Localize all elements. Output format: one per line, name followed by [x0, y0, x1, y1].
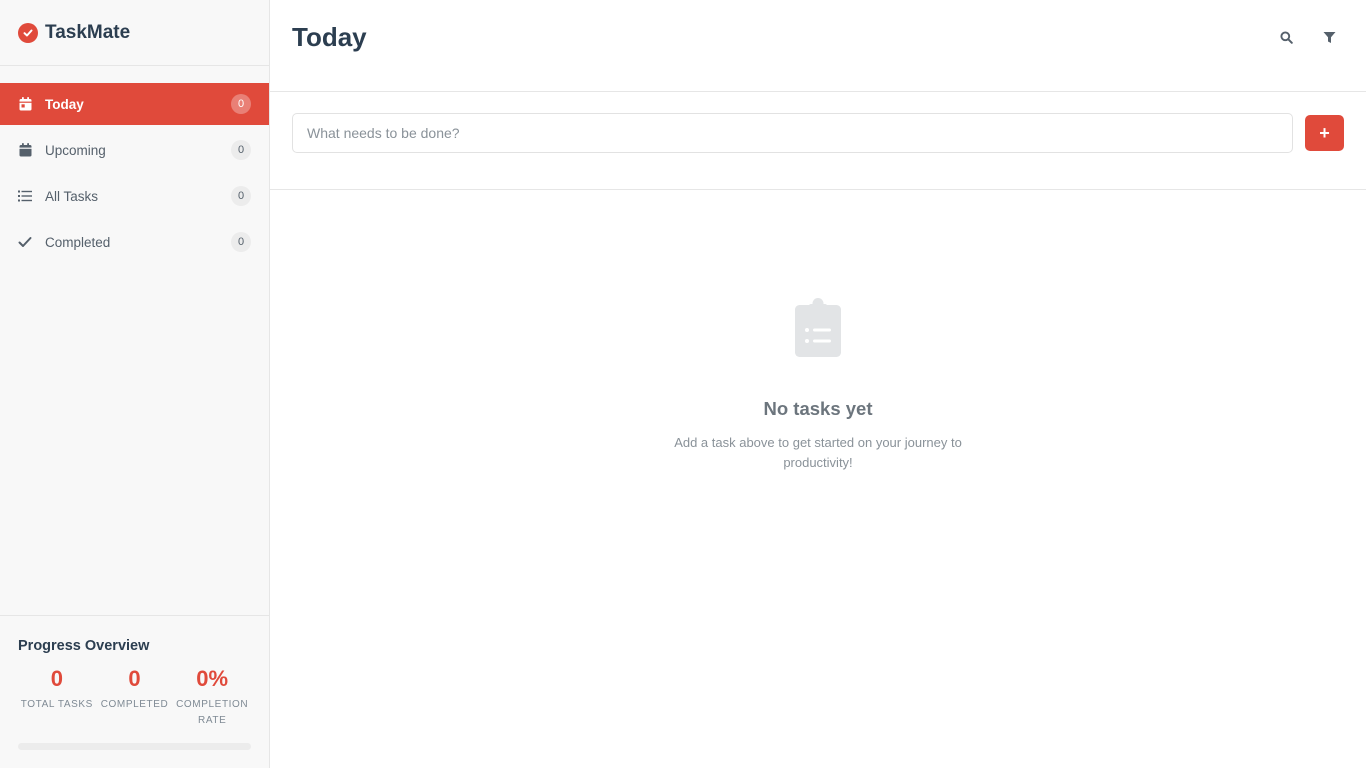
progress-overview: Progress Overview 0 TOTAL TASKS 0 COMPLE… [0, 615, 269, 768]
sidebar-item-label: Upcoming [45, 142, 106, 158]
calendar-day-icon [18, 97, 32, 111]
stat-value: 0 [128, 666, 141, 691]
count-badge: 0 [231, 140, 251, 160]
app-root: TaskMate Today 0 Upcoming 0 All Tasks 0 … [0, 0, 1366, 768]
stat-label: TOTAL TASKS [20, 699, 93, 710]
sidebar-item-upcoming[interactable]: Upcoming 0 [0, 129, 269, 171]
calendar-icon [18, 143, 32, 157]
stat-value: 0 [50, 666, 63, 691]
progress-bar [18, 743, 251, 750]
add-task-area: + [270, 92, 1366, 190]
brand: TaskMate [0, 0, 269, 66]
sidebar-item-all-tasks[interactable]: All Tasks 0 [0, 175, 269, 217]
topbar: Today [270, 0, 1366, 92]
sidebar-item-label: All Tasks [45, 188, 99, 204]
sidebar-item-today[interactable]: Today 0 [0, 83, 269, 125]
stat-value: 0% [196, 666, 229, 691]
empty-state-text: Add a task above to get started on your … [674, 435, 962, 470]
sidebar-nav: Today 0 Upcoming 0 All Tasks 0 Completed… [0, 83, 269, 267]
stats-row: 0 TOTAL TASKS 0 COMPLETED 0% COMPLETION … [18, 668, 251, 729]
check-circle-icon [18, 22, 38, 43]
main-content: Today + [270, 0, 1366, 768]
header-actions [1258, 23, 1344, 53]
stat-total-tasks: 0 TOTAL TASKS [18, 668, 96, 729]
list-icon [18, 189, 32, 203]
count-badge: 0 [231, 94, 251, 114]
stat-completed: 0 COMPLETED [96, 668, 174, 729]
filter-icon[interactable] [1314, 23, 1344, 53]
count-badge: 0 [231, 232, 251, 252]
empty-state: No tasks yet Add a task above to get sta… [270, 298, 1366, 473]
task-input[interactable] [292, 113, 1293, 153]
stat-label: COMPLETED [100, 699, 169, 710]
progress-title: Progress Overview [18, 638, 150, 654]
sidebar-item-label: Today [45, 96, 84, 112]
sidebar: TaskMate Today 0 Upcoming 0 All Tasks 0 … [0, 0, 270, 768]
stat-completion-rate: 0% COMPLETION RATE [173, 668, 251, 729]
check-icon [18, 235, 32, 249]
page-title: Today [292, 22, 367, 52]
sidebar-item-completed[interactable]: Completed 0 [0, 221, 269, 263]
stat-label: COMPLETION RATE [176, 699, 249, 726]
search-icon[interactable] [1271, 23, 1301, 53]
empty-state-title: No tasks yet [763, 398, 873, 419]
clipboard-list-icon [270, 298, 1366, 358]
sidebar-item-label: Completed [45, 234, 111, 250]
brand-name: TaskMate [45, 21, 131, 43]
add-task-button[interactable]: + [1305, 115, 1344, 151]
count-badge: 0 [231, 186, 251, 206]
